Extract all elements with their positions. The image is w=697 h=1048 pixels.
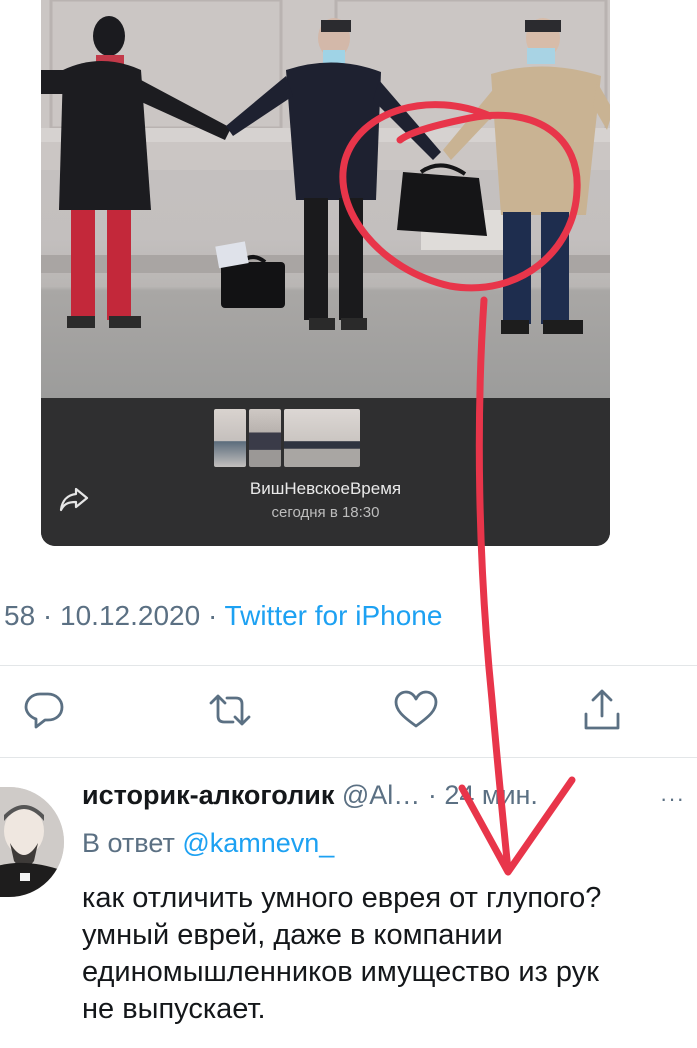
tweet-action-bar bbox=[0, 686, 697, 744]
reply-display-name[interactable]: историк-алкоголик bbox=[82, 780, 334, 810]
tweet-timestamp: 58 · 10.12.2020 · bbox=[4, 600, 225, 631]
share-button[interactable] bbox=[578, 686, 626, 734]
reply-to-line: В ответ @kamnevn_ bbox=[82, 828, 334, 859]
divider bbox=[0, 757, 697, 758]
avatar-portrait bbox=[0, 787, 64, 897]
reply-to-mention[interactable]: @kamnevn_ bbox=[182, 828, 334, 858]
reply-time: 24 мин. bbox=[444, 780, 538, 810]
thumbnail-image[interactable] bbox=[214, 409, 246, 467]
like-button[interactable] bbox=[392, 686, 440, 734]
reply-header: историк-алкоголик @Al… · 24 мин. bbox=[82, 780, 538, 811]
retweet-icon bbox=[209, 694, 251, 726]
reply-handle[interactable]: @Al… bbox=[342, 780, 420, 810]
reply-text-line: не выпускает. bbox=[82, 993, 266, 1025]
share-icon bbox=[584, 689, 620, 730]
retweet-button[interactable] bbox=[206, 686, 254, 734]
more-options-icon[interactable]: ··· bbox=[660, 786, 685, 812]
media-card[interactable]: ВишНевскоеВремя сегодня в 18:30 bbox=[41, 0, 610, 546]
tweet-timestamp-line: 58 · 10.12.2020 · Twitter for iPhone bbox=[4, 600, 442, 632]
comment-icon bbox=[24, 692, 64, 729]
reply-to-label: В ответ bbox=[82, 828, 175, 858]
reply-text-line: единомышленников имущество из рук bbox=[82, 956, 599, 988]
reply-separator: · bbox=[427, 780, 437, 810]
thumbnail-strip bbox=[214, 409, 360, 467]
media-source-name[interactable]: ВишНевскоеВремя bbox=[41, 479, 610, 499]
reply-text-line: умный еврей, даже в компании bbox=[82, 919, 503, 951]
photo-illustration bbox=[41, 0, 610, 334]
thumbnail-image[interactable] bbox=[284, 409, 360, 467]
thumbnail-image[interactable] bbox=[249, 409, 281, 467]
street-photo[interactable] bbox=[41, 0, 610, 398]
heart-icon bbox=[394, 690, 438, 728]
client-link[interactable]: Twitter for iPhone bbox=[225, 600, 443, 631]
reply-text-line: как отличить умного еврея от глупого? bbox=[82, 882, 602, 914]
avatar[interactable] bbox=[0, 787, 64, 897]
media-info-bar: ВишНевскоеВремя сегодня в 18:30 bbox=[41, 398, 610, 546]
media-timestamp: сегодня в 18:30 bbox=[271, 504, 380, 521]
divider bbox=[0, 665, 697, 666]
reply-text: как отличить умного еврея от глупого? ум… bbox=[82, 880, 697, 1028]
reply-button[interactable] bbox=[20, 686, 68, 734]
